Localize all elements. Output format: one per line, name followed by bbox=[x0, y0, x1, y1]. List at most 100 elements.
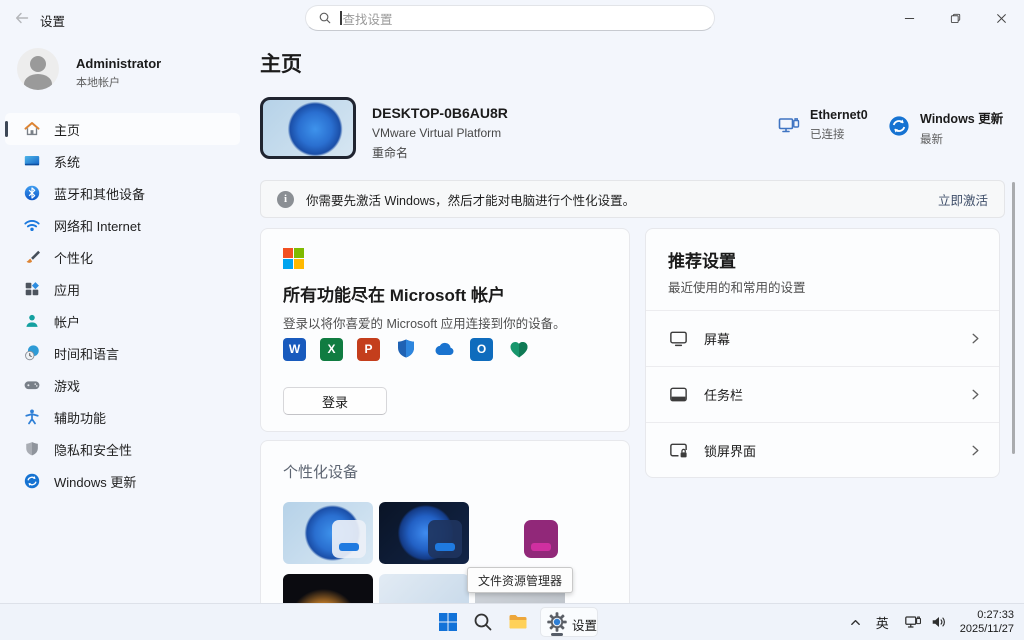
apps-icon bbox=[23, 280, 41, 298]
recommended-subtitle: 最近使用的和常用的设置 bbox=[668, 281, 806, 295]
sidebar-item-label: 隐私和安全性 bbox=[54, 442, 133, 458]
lock-icon bbox=[668, 440, 689, 461]
sidebar-item-system[interactable]: 系统 bbox=[5, 145, 240, 177]
ethernet-title: Ethernet0 bbox=[810, 108, 868, 122]
sidebar-item-label: 网络和 Internet bbox=[54, 218, 141, 234]
sidebar-item-label: Windows 更新 bbox=[54, 474, 137, 490]
windows-update-icon bbox=[887, 114, 911, 138]
sidebar-item-privacy[interactable]: 隐私和安全性 bbox=[5, 433, 240, 465]
personalize-title: 个性化设备 bbox=[283, 464, 359, 481]
sidebar-item-bluetooth[interactable]: 蓝牙和其他设备 bbox=[5, 177, 240, 209]
recommended-rows: 屏幕任务栏锁屏界面 bbox=[646, 310, 999, 478]
sidebar-nav: 主页系统蓝牙和其他设备 网络和 Internet 个性化应用帐户时间和语言游戏辅助功… bbox=[5, 113, 240, 497]
selected-indicator bbox=[5, 121, 8, 137]
powerpoint-icon: P bbox=[357, 337, 380, 361]
system-icon bbox=[23, 152, 41, 170]
sign-in-button[interactable]: 登录 bbox=[283, 387, 387, 415]
recommended-row-label: 屏幕 bbox=[704, 332, 731, 347]
privacy-icon bbox=[23, 440, 41, 458]
recommended-row-display[interactable]: 屏幕 bbox=[646, 310, 999, 366]
date: 2025/11/27 bbox=[959, 623, 1014, 635]
app-title: 设置 bbox=[40, 15, 66, 29]
page-title: 主页 bbox=[260, 53, 302, 76]
sidebar-item-home[interactable]: 主页 bbox=[5, 113, 240, 145]
defender-icon bbox=[394, 337, 418, 361]
device-model: VMware Virtual Platform bbox=[372, 126, 502, 140]
microsoft-account-card: 所有功能尽在 Microsoft 帐户 登录以将你喜爱的 Microsoft 应… bbox=[260, 228, 630, 432]
recommended-row-label: 锁屏界面 bbox=[704, 444, 757, 459]
sidebar-item-label: 时间和语言 bbox=[54, 346, 120, 362]
avatar[interactable] bbox=[17, 48, 59, 90]
taskbar-settings-button[interactable]: 设置 bbox=[540, 607, 598, 637]
recommended-row-taskbar[interactable]: 任务栏 bbox=[646, 366, 999, 422]
tray-network-icon[interactable] bbox=[904, 613, 922, 631]
chevron-right-icon bbox=[968, 387, 983, 402]
sidebar-item-personalization[interactable]: 个性化 bbox=[5, 241, 240, 273]
back-icon[interactable] bbox=[14, 10, 30, 26]
gaming-icon bbox=[23, 376, 41, 394]
system-tray: 英 0:27:33 2025/11/27 bbox=[849, 604, 1024, 640]
chevron-right-icon bbox=[968, 443, 983, 458]
sidebar-item-accessibility[interactable]: 辅助功能 bbox=[5, 401, 240, 433]
restore-button[interactable] bbox=[932, 0, 978, 36]
sidebar-item-apps[interactable]: 应用 bbox=[5, 273, 240, 305]
file-explorer-icon[interactable] bbox=[507, 611, 529, 633]
sidebar-item-accounts[interactable]: 帐户 bbox=[5, 305, 240, 337]
sidebar-item-network[interactable]: 网络和 Internet bbox=[5, 209, 240, 241]
taskbar-icon bbox=[668, 384, 689, 405]
rename-button[interactable]: 重命名 bbox=[372, 144, 408, 161]
theme-preview-overlay bbox=[524, 520, 558, 558]
text-caret bbox=[340, 11, 342, 25]
sidebar-item-label: 主页 bbox=[54, 122, 81, 138]
sidebar-item-time[interactable]: 时间和语言 bbox=[5, 337, 240, 369]
sidebar-item-update[interactable]: Windows 更新 bbox=[5, 465, 240, 497]
recommended-row-lock[interactable]: 锁屏界面 bbox=[646, 422, 999, 478]
theme-thumbnail-bloom-dark[interactable] bbox=[379, 502, 469, 564]
theme-thumbnail-light-blue[interactable] bbox=[379, 574, 469, 604]
search-placeholder: 查找设置 bbox=[342, 12, 393, 27]
input-language-indicator[interactable]: 英 bbox=[876, 613, 889, 632]
start-button[interactable] bbox=[437, 611, 459, 633]
family-icon bbox=[507, 337, 531, 361]
titlebar: 设置 查找设置 bbox=[0, 0, 1024, 36]
onedrive-icon bbox=[432, 337, 456, 361]
account-type: 本地帐户 bbox=[76, 77, 120, 89]
search-input[interactable]: 查找设置 bbox=[305, 5, 715, 31]
minimize-button[interactable] bbox=[886, 0, 932, 36]
account-name[interactable]: Administrator bbox=[76, 56, 161, 71]
activate-now-link[interactable]: 立即激活 bbox=[938, 190, 988, 209]
theme-preview-overlay bbox=[332, 520, 366, 558]
theme-thumbnail-flower-dark[interactable] bbox=[283, 574, 373, 604]
update-icon bbox=[23, 472, 41, 490]
display-icon bbox=[668, 328, 689, 349]
device-thumbnail bbox=[260, 97, 356, 159]
avatar-body-icon bbox=[24, 74, 52, 90]
bluetooth-icon bbox=[23, 184, 41, 202]
sidebar-item-gaming[interactable]: 游戏 bbox=[5, 369, 240, 401]
update-sub: 最新 bbox=[920, 134, 943, 146]
personalization-icon bbox=[23, 248, 41, 266]
sidebar-item-label: 辅助功能 bbox=[54, 410, 107, 426]
sidebar-item-label: 个性化 bbox=[54, 250, 94, 266]
ethernet-sub: 已连接 bbox=[810, 129, 845, 141]
sidebar-item-label: 应用 bbox=[54, 282, 81, 298]
scrollbar[interactable] bbox=[1012, 182, 1015, 454]
sidebar-item-label: 蓝牙和其他设备 bbox=[54, 186, 146, 202]
ethernet-status[interactable]: Ethernet0 已连接 bbox=[777, 108, 868, 142]
close-button[interactable] bbox=[978, 0, 1024, 36]
taskbar-search-icon[interactable] bbox=[472, 611, 494, 633]
theme-thumbnail-bloom-light[interactable] bbox=[283, 502, 373, 564]
activation-banner: i 你需要先激活 Windows，然后才能对电脑进行个性化设置。 立即激活 bbox=[260, 180, 1005, 218]
clock[interactable]: 0:27:33 2025/11/27 bbox=[960, 608, 1014, 636]
activation-message: 你需要先激活 Windows，然后才能对电脑进行个性化设置。 bbox=[306, 193, 636, 208]
time: 0:27:33 bbox=[977, 609, 1014, 621]
active-app-indicator bbox=[551, 633, 563, 636]
recommended-title: 推荐设置 bbox=[668, 252, 736, 271]
sidebar-item-label: 帐户 bbox=[54, 314, 81, 330]
theme-thumbnail-glow-purple[interactable] bbox=[475, 502, 565, 564]
settings-window: 设置 查找设置 Administrator 本地帐户 主页系统蓝牙和其他设备 网络… bbox=[0, 0, 1024, 640]
tray-volume-icon[interactable] bbox=[930, 613, 948, 631]
sidebar: Administrator 本地帐户 主页系统蓝牙和其他设备 网络和 Intern… bbox=[0, 36, 250, 604]
windows-update-status[interactable]: Windows 更新 最新 bbox=[887, 108, 1003, 147]
hidden-icons-chevron[interactable] bbox=[849, 616, 862, 629]
